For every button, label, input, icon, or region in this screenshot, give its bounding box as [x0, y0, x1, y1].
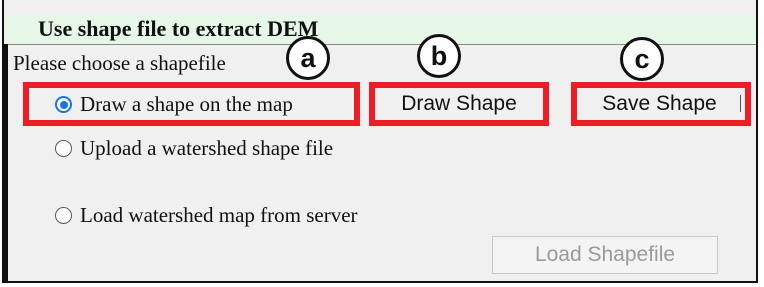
- load-shapefile-button[interactable]: Load Shapefile: [492, 236, 718, 274]
- radio-upload-shapefile[interactable]: [55, 140, 72, 157]
- panel-title: Use shape file to extract DEM: [38, 16, 319, 41]
- panel-left-rule: [4, 44, 8, 283]
- highlight-box-b: [369, 82, 549, 126]
- radio-load-from-server[interactable]: [55, 207, 72, 224]
- callout-marker-a: a: [286, 36, 330, 80]
- callout-marker-b: b: [417, 34, 461, 78]
- callout-marker-c: c: [620, 37, 664, 81]
- option-upload-shapefile-label: Upload a watershed shape file: [80, 136, 334, 160]
- highlight-box-c: [571, 82, 751, 126]
- option-upload-shapefile[interactable]: Upload a watershed shape file: [55, 136, 333, 161]
- highlight-box-a: [23, 82, 360, 126]
- option-load-from-server-label: Load watershed map from server: [80, 203, 358, 227]
- option-load-from-server[interactable]: Load watershed map from server: [55, 203, 358, 228]
- shapefile-prompt: Please choose a shapefile: [13, 51, 226, 75]
